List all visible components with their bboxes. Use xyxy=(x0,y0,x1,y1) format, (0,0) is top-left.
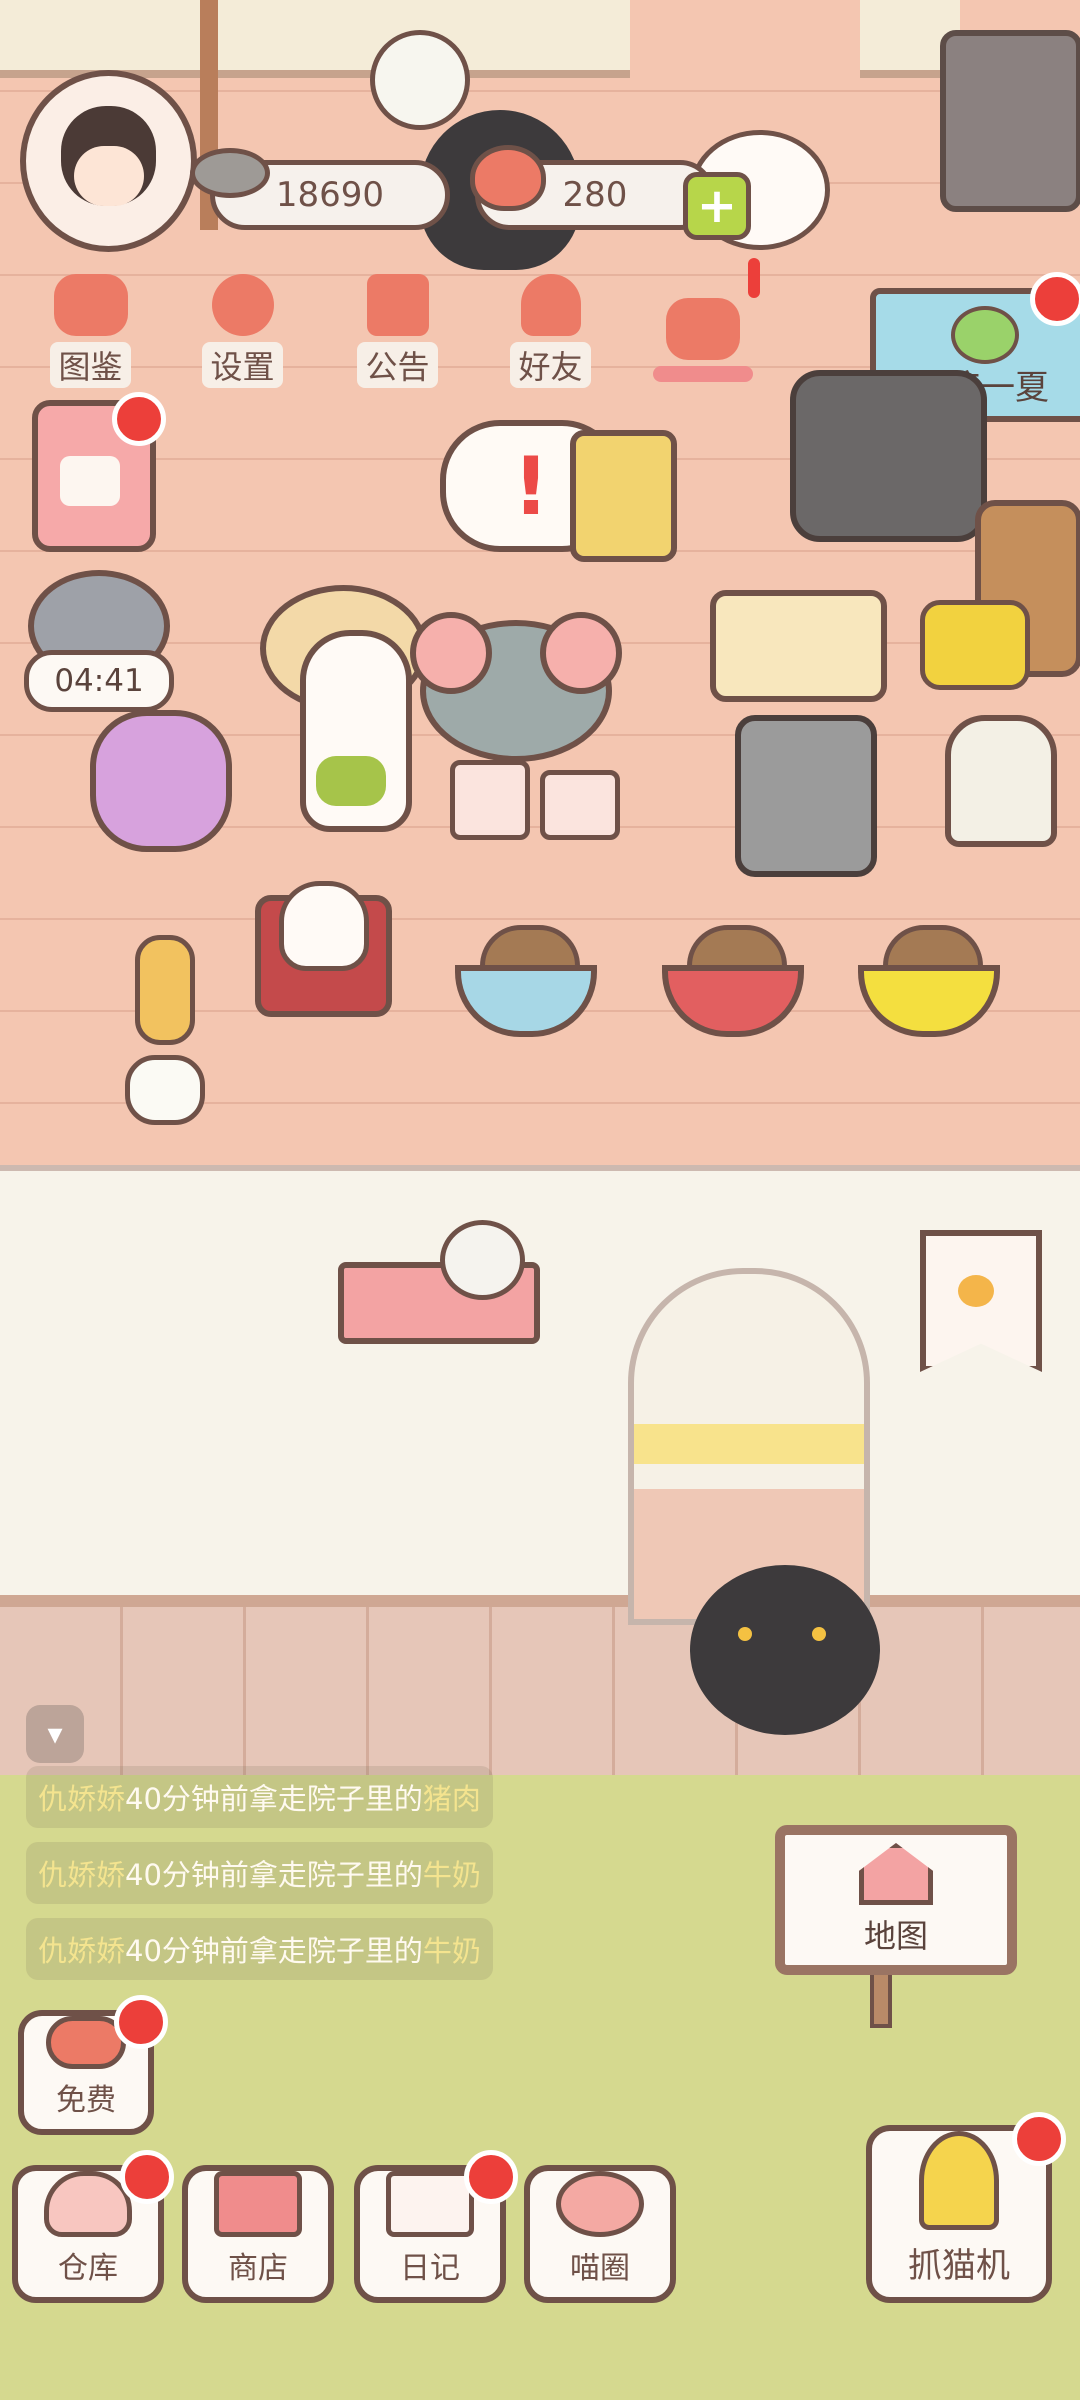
menu-settings[interactable]: 设置 xyxy=(180,268,305,388)
onigiri-plate[interactable] xyxy=(255,881,392,1017)
room-lower-wall xyxy=(0,1165,1080,1601)
menu-collection[interactable]: 图鉴 xyxy=(28,268,153,388)
pencil-icon xyxy=(60,456,120,506)
menu-friends-label: 好友 xyxy=(510,342,591,388)
top-shelf-left xyxy=(0,0,630,78)
nav-storage-label: 仓库 xyxy=(58,2251,118,2286)
message-user-name: 仇娇娇 xyxy=(38,1934,126,1968)
black-cat[interactable] xyxy=(690,1565,880,1735)
player-avatar[interactable] xyxy=(20,70,197,252)
corn-icon xyxy=(135,935,195,1045)
claw-machine-label: 抓猫机 xyxy=(908,2246,1010,2286)
heart-value: 280 xyxy=(562,175,628,215)
plush-bear[interactable] xyxy=(90,710,232,852)
friends-icon xyxy=(520,274,581,336)
rain-boots[interactable] xyxy=(920,600,1030,690)
bunny-kimono xyxy=(316,756,386,806)
cat-book-icon xyxy=(53,274,128,336)
nav-cat-circle-label: 喵圈 xyxy=(570,2251,630,2286)
menu-settings-label: 设置 xyxy=(202,342,283,388)
heart-icon xyxy=(470,145,546,211)
add-currency-button[interactable]: + xyxy=(683,172,751,240)
event-badge xyxy=(1030,272,1080,326)
menu-mail[interactable] xyxy=(640,268,765,388)
paw-print-icon xyxy=(958,1275,994,1307)
stove-stand[interactable] xyxy=(940,30,1080,212)
diary-icon xyxy=(386,2171,474,2237)
fish-coin-value: 18690 xyxy=(275,175,385,215)
avatar-face xyxy=(74,146,144,206)
activity-message: 仇娇娇 40分钟前拿走院子里的 牛奶 xyxy=(26,1918,493,1980)
teacups xyxy=(440,1220,525,1300)
gift-icon xyxy=(366,274,429,336)
mouse-ear-right xyxy=(540,612,622,694)
lantern[interactable] xyxy=(945,715,1057,847)
storage-badge xyxy=(120,2150,174,2204)
nav-shop-label: 商店 xyxy=(228,2251,288,2286)
toaster[interactable] xyxy=(570,430,677,562)
exclamation-icon xyxy=(748,258,760,298)
mouse-ear-left xyxy=(410,612,492,694)
menu-collection-label: 图鉴 xyxy=(50,342,131,388)
planet-cat-icon xyxy=(556,2171,644,2237)
message-text: 40分钟前拿走院子里的 xyxy=(125,1782,423,1816)
nav-cat-circle[interactable]: 喵圈 xyxy=(524,2165,676,2303)
claw-icon xyxy=(919,2131,999,2230)
message-item: 牛奶 xyxy=(422,1934,481,1968)
nav-shop[interactable]: 商店 xyxy=(182,2165,334,2303)
message-item: 牛奶 xyxy=(422,1858,481,1892)
gear-icon xyxy=(211,274,274,336)
cat-eye-right xyxy=(812,1627,826,1641)
message-user-name: 仇娇娇 xyxy=(38,1858,126,1892)
message-user-name: 仇娇娇 xyxy=(38,1782,126,1816)
storage-icon xyxy=(44,2171,132,2237)
map-label: 地图 xyxy=(863,1917,928,1955)
flower-pot[interactable] xyxy=(370,30,470,130)
diary-badge xyxy=(464,2150,518,2204)
onigiri-icon xyxy=(279,881,369,971)
cat-eye-left xyxy=(738,1627,752,1641)
mail-progress-bar xyxy=(652,366,753,382)
menu-friends[interactable]: 好友 xyxy=(488,268,613,388)
menu-announcement-label: 公告 xyxy=(357,342,438,388)
free-badge xyxy=(114,1995,168,2049)
message-text: 40分钟前拿走院子里的 xyxy=(125,1858,423,1892)
jar-left[interactable] xyxy=(450,760,530,840)
curtain-stripe xyxy=(634,1424,864,1464)
menu-announcement[interactable]: 公告 xyxy=(335,268,460,388)
nav-diary-label: 日记 xyxy=(400,2251,460,2286)
bunny-npc[interactable] xyxy=(300,630,412,832)
free-label: 免费 xyxy=(56,2083,116,2118)
notepad-badge xyxy=(112,392,166,446)
shop-icon xyxy=(214,2171,302,2237)
timer-value: 04:41 xyxy=(54,663,144,699)
claw-machine-badge xyxy=(1012,2112,1066,2166)
map-button[interactable]: 地图 xyxy=(775,1825,1017,1975)
activity-message: 仇娇娇 40分钟前拿走院子里的 牛奶 xyxy=(26,1842,493,1904)
beach-ball-icon xyxy=(951,306,1019,364)
fish-icon xyxy=(190,148,270,198)
corn-pot xyxy=(125,1055,205,1125)
toast-bread[interactable] xyxy=(710,590,887,702)
message-item: 猪肉 xyxy=(422,1782,481,1816)
corn-plant[interactable] xyxy=(120,935,210,1125)
backpack[interactable] xyxy=(790,370,987,542)
chat-toggle-button[interactable]: ▾ xyxy=(26,1705,84,1763)
activity-message: 仇娇娇 40分钟前拿走院子里的 猪肉 xyxy=(26,1766,493,1828)
heart-mail-icon xyxy=(665,298,740,360)
house-icon xyxy=(859,1843,933,1905)
message-text: 40分钟前拿走院子里的 xyxy=(125,1934,423,1968)
coffee-machine[interactable] xyxy=(735,715,877,877)
room-wainscot xyxy=(0,1595,1080,1787)
timer-display[interactable]: 04:41 xyxy=(24,650,174,712)
jar-right[interactable] xyxy=(540,770,620,840)
chevron-down-icon: ▾ xyxy=(47,1716,63,1752)
